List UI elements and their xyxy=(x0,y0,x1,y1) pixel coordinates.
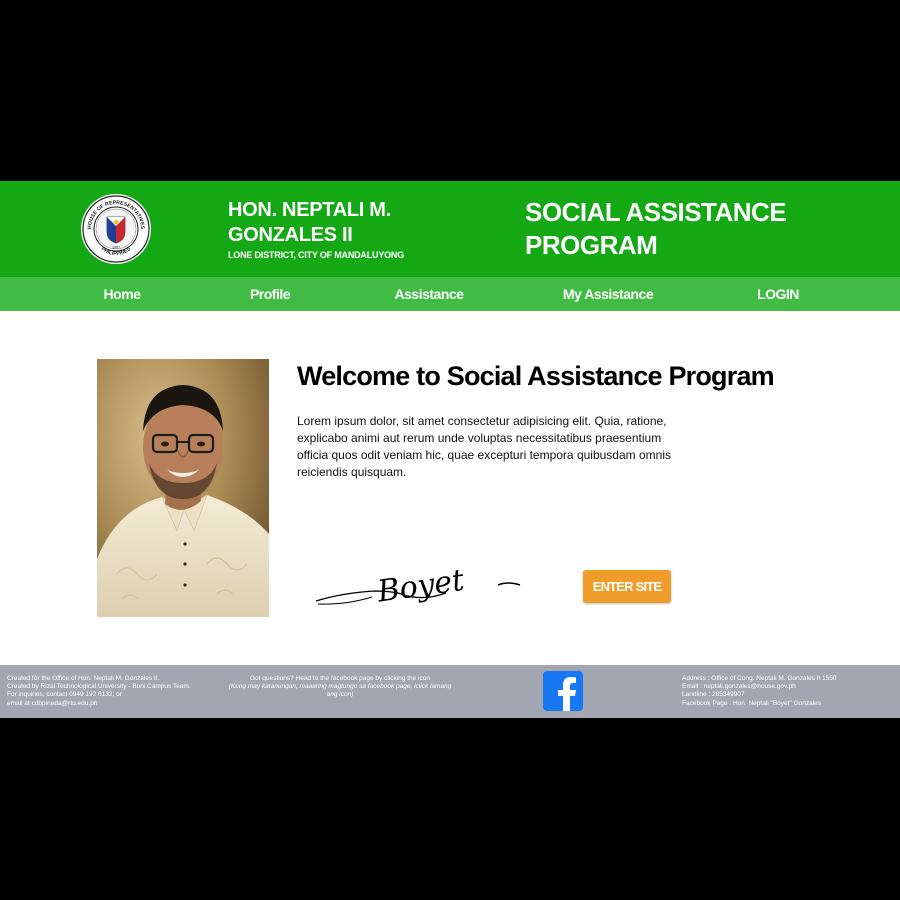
site-footer: Created for the Office of Hon. Neptali M… xyxy=(0,665,900,718)
footer-address: Address : Office of Cong. Neptali M. Gon… xyxy=(682,675,837,682)
footer-credits-line: email at cdbpineda@rtu.edu.ph xyxy=(7,699,98,707)
facebook-icon[interactable] xyxy=(543,671,583,711)
main-nav: Home Profile Assistance My Assistance LO… xyxy=(0,277,900,311)
nav-home[interactable]: Home xyxy=(82,277,162,311)
program-title: SOCIAL ASSISTANCE PROGRAM xyxy=(525,197,787,260)
nav-assistance[interactable]: Assistance xyxy=(384,277,474,311)
footer-landline: Landline : 285349907 xyxy=(682,691,745,699)
footer-help-text: Got questions? Head to the facebook page… xyxy=(250,675,430,682)
representative-portrait xyxy=(97,359,269,617)
house-of-representatives-seal-logo: HOUSE OF REPRESENTATIVES PHILIPPINES 190… xyxy=(81,194,151,264)
footer-help: Got questions? Head to the facebook page… xyxy=(225,675,455,700)
footer-facebook-page: Facebook Page : Hon. Neptali "Boyet" Gon… xyxy=(682,699,822,707)
seal-year: 1907 xyxy=(112,246,120,250)
footer-credits-line: Created for the Office of Hon. Neptali M… xyxy=(7,675,160,682)
intro-paragraph: Lorem ipsum dolor, sit amet consectetur … xyxy=(297,414,671,479)
enter-site-button[interactable]: ENTER SITE xyxy=(583,570,671,603)
footer-credits-line: Created by Rizal Technological Universit… xyxy=(7,683,191,691)
nav-profile[interactable]: Profile xyxy=(230,277,310,311)
site-header: HOUSE OF REPRESENTATIVES PHILIPPINES 190… xyxy=(0,181,900,277)
footer-credits-line: For inquiries, contact 0949 192 6132, or xyxy=(7,691,122,699)
page: HOUSE OF REPRESENTATIVES PHILIPPINES 190… xyxy=(0,181,900,718)
footer-contact: Address : Office of Cong. Neptali M. Gon… xyxy=(682,675,892,708)
welcome-heading: Welcome to Social Assistance Program xyxy=(297,361,775,391)
signature-text: Boyet xyxy=(374,563,467,610)
footer-help-tagalog: (Kung may katanungan, maaaring magtungo … xyxy=(228,683,452,699)
nav-my-assistance[interactable]: My Assistance xyxy=(553,277,663,311)
representative-name: HON. NEPTALI M. GONZALES II xyxy=(228,199,391,246)
footer-credits: Created for the Office of Hon. Neptali M… xyxy=(7,675,217,708)
signature-image: Boyet xyxy=(315,563,521,610)
footer-email: Email : neptali.gonzales@house.gov.ph xyxy=(682,683,796,691)
nav-login[interactable]: LOGIN xyxy=(738,277,818,311)
district-label: LONE DISTRICT, CITY OF MANDALUYONG xyxy=(228,250,405,260)
